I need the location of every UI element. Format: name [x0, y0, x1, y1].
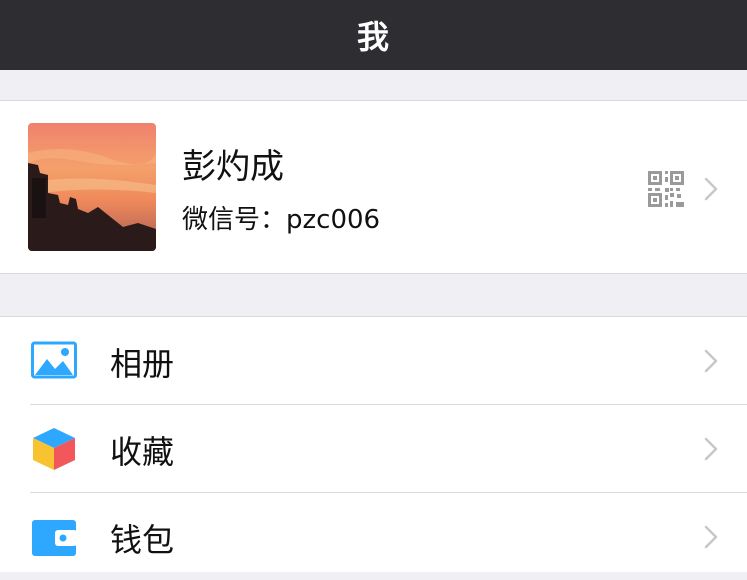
menu-item-label: 钱包	[110, 521, 175, 559]
chevron-right-icon	[704, 349, 718, 373]
chevron-right-icon	[704, 177, 718, 201]
chevron-right-icon	[704, 437, 718, 461]
menu-item-label: 收藏	[110, 433, 175, 471]
menu-item-favorites[interactable]: 收藏	[0, 405, 747, 492]
profile-card[interactable]: 彭灼成 微信号：pzc006	[0, 100, 747, 274]
nav-bar: 我	[0, 0, 747, 70]
favorites-cube-icon	[31, 427, 77, 471]
menu-group: 相册 收藏 钱包	[0, 316, 747, 572]
menu-item-album[interactable]: 相册	[0, 317, 747, 404]
avatar[interactable]	[28, 123, 156, 251]
wallet-icon	[31, 515, 77, 559]
photo-album-icon	[31, 339, 77, 383]
menu-item-wallet[interactable]: 钱包	[0, 493, 747, 580]
wechat-id: 微信号：pzc006	[182, 205, 381, 235]
qr-code-icon[interactable]	[648, 171, 684, 207]
page-title: 我	[356, 18, 390, 56]
menu-item-label: 相册	[110, 345, 175, 383]
profile-name: 彭灼成	[182, 147, 284, 187]
chevron-right-icon	[704, 525, 718, 549]
